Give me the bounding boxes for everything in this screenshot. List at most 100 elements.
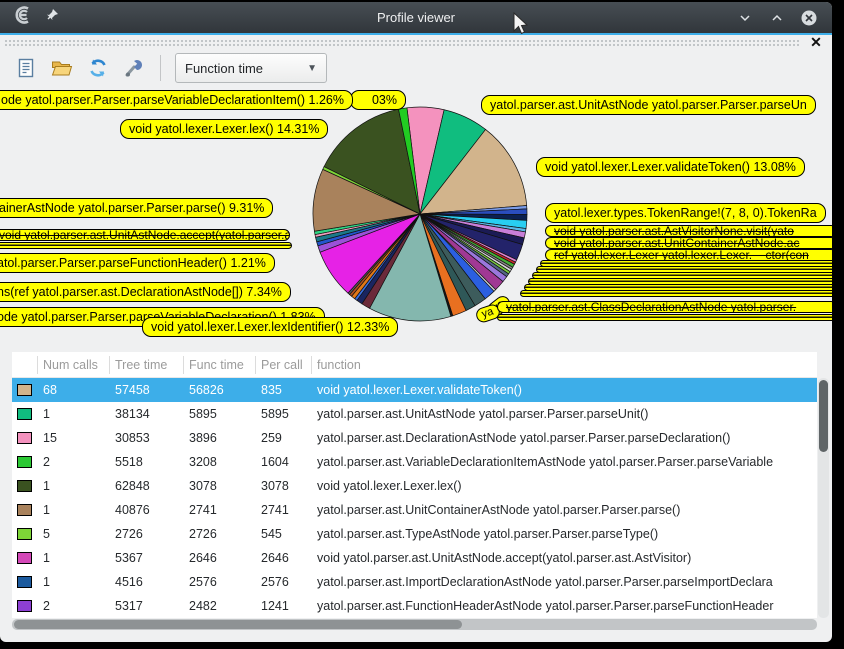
table-cell: 545 [256,527,312,541]
pie-callout-label: ode yatol.parser.Parser.parseVariableDec… [0,90,353,110]
column-header[interactable]: Per call [256,356,312,374]
column-header[interactable]: function [312,356,817,374]
table-cell: 259 [256,431,312,445]
toolbar-separator [160,55,161,81]
pie-callout-label: void yatol.lexer.Lexer.lexIdentifier() 1… [142,317,398,337]
table-row[interactable]: 1536726462646void yatol.parser.ast.UnitA… [12,546,817,570]
table-cell: 1604 [256,455,312,469]
pie-chart-area: 03%ode yatol.parser.Parser.parseVariable… [0,86,832,352]
metric-dropdown[interactable]: Function time ▼ [175,53,327,83]
table-cell: 3208 [184,455,256,469]
table-cell: 4516 [110,575,184,589]
table-cell: 5895 [256,407,312,421]
maximize-button[interactable] [768,9,786,27]
pie-chart[interactable] [312,106,528,322]
table-cell: yatol.parser.ast.DeclarationAstNode yato… [312,431,817,445]
column-header[interactable] [12,356,38,374]
table-row[interactable]: 527262726545yatol.parser.ast.TypeAstNode… [12,522,817,546]
table-row[interactable]: 16284830783078void yatol.lexer.Lexer.lex… [12,474,817,498]
table-cell: 2741 [184,503,256,517]
table-cell: 5 [38,527,110,541]
function-color-swatch [17,528,32,540]
table-cell: 57458 [110,383,184,397]
pie-callout-label [520,290,832,297]
dock-close-icon[interactable]: ✕ [808,34,824,50]
table-header[interactable]: Num callsTree timeFunc timePer callfunct… [12,352,817,378]
focus-accent-line [0,33,832,35]
dock-drag-handle[interactable] [4,39,800,48]
table-cell: 1 [38,551,110,565]
table-cell: 1 [38,503,110,517]
table-row[interactable]: 685745856826835void yatol.lexer.Lexer.va… [12,378,817,402]
report-icon[interactable] [14,56,38,80]
open-folder-icon[interactable] [50,56,74,80]
table-cell: 3078 [256,479,312,493]
mouse-cursor [512,12,530,43]
wrench-icon[interactable] [122,56,146,80]
table-row[interactable]: 2551832081604yatol.parser.ast.VariableDe… [12,450,817,474]
chevron-down-icon: ▼ [307,63,317,74]
table-cell: 62848 [110,479,184,493]
pie-callout-label [497,314,832,321]
table-row[interactable]: 2531724821241yatol.parser.ast.FunctionHe… [12,594,817,618]
profile-viewer-window: Profile viewer ✕ [0,2,832,642]
refresh-icon[interactable] [86,56,110,80]
horizontal-scrollbar-thumb[interactable] [14,620,462,629]
table-cell: 15 [38,431,110,445]
table-cell: 38134 [110,407,184,421]
function-color-swatch [17,552,32,564]
column-header[interactable]: Num calls [38,356,110,374]
table-cell: yatol.parser.ast.ImportDeclarationAstNod… [312,575,817,589]
table-cell: yatol.parser.ast.FunctionHeaderAstNode y… [312,599,817,613]
pie-callout-label: ns(ref yatol.parser.ast.DeclarationAstNo… [0,282,291,302]
table-cell: void yatol.lexer.Lexer.lex() [312,479,817,493]
table-row[interactable]: 1451625762576yatol.parser.ast.ImportDecl… [12,570,817,594]
table-cell: 1 [38,407,110,421]
pie-callout-label: void yatol.lexer.Lexer.lex() 14.31% [120,119,328,139]
pin-icon[interactable] [44,7,60,28]
pie-callout-label: void yatol.parser.ast.UnitAstNode.accept… [0,229,290,241]
pie-callout-label: void yatol.parser.ast.AstVisitorNone.vis… [545,225,832,237]
metric-dropdown-value: Function time [185,61,263,76]
horizontal-scrollbar[interactable] [12,619,817,630]
close-button[interactable] [800,9,818,27]
table-cell: 1241 [256,599,312,613]
table-cell: yatol.parser.ast.UnitContainerAstNode ya… [312,503,817,517]
vertical-scrollbar-thumb[interactable] [819,380,828,452]
table-row[interactable]: 13813458955895yatol.parser.ast.UnitAstNo… [12,402,817,426]
column-header[interactable]: Tree time [110,356,184,374]
toolbar: Function time ▼ [14,52,327,84]
profile-table[interactable]: Num callsTree timeFunc timePer callfunct… [12,352,817,618]
table-cell: 3078 [184,479,256,493]
table-cell: 1 [38,479,110,493]
pie-callout-label: void yatol.parser.ast.UnitContainerAstNo… [545,237,832,249]
table-cell: 5317 [110,599,184,613]
minimize-button[interactable] [736,9,754,27]
table-cell: 40876 [110,503,184,517]
function-color-swatch [17,456,32,468]
table-cell: 3896 [184,431,256,445]
pie-callout-label: yatol.parser.ast.ClassDeclarationAstNode… [497,301,832,313]
table-cell: 835 [256,383,312,397]
table-cell: 56826 [184,383,256,397]
function-color-swatch [17,432,32,444]
function-color-swatch [17,600,32,612]
table-row[interactable]: 14087627412741yatol.parser.ast.UnitConta… [12,498,817,522]
vertical-scrollbar[interactable] [818,378,829,618]
table-row[interactable]: 15308533896259yatol.parser.ast.Declarati… [12,426,817,450]
table-cell: 2646 [256,551,312,565]
table-cell: 2 [38,599,110,613]
column-header[interactable]: Func time [184,356,256,374]
table-cell: 2741 [256,503,312,517]
table-cell: yatol.parser.ast.VariableDeclarationItem… [312,455,817,469]
function-color-swatch [17,408,32,420]
table-cell: 68 [38,383,110,397]
titlebar[interactable]: Profile viewer [0,2,832,33]
table-cell: 2576 [256,575,312,589]
table-cell: 2482 [184,599,256,613]
pie-callout-label: atol.parser.Parser.parseFunctionHeader()… [0,253,275,273]
table-cell: 2726 [110,527,184,541]
pie-callout-label: ainerAstNode yatol.parser.Parser.parse()… [0,198,273,218]
pie-callout-label: 03% [350,90,406,110]
table-cell: 5895 [184,407,256,421]
